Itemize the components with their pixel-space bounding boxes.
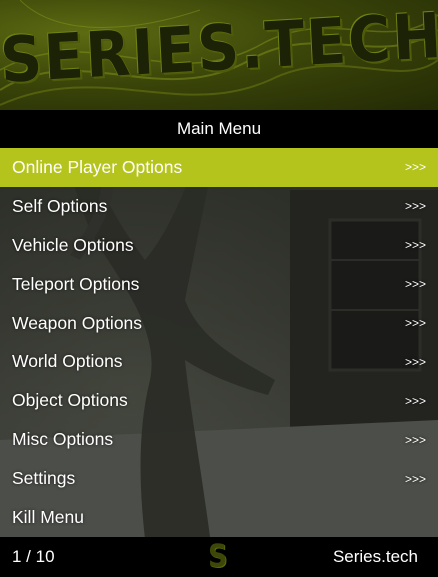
menu-item-label: Settings <box>12 468 76 489</box>
submenu-arrow-icon: >>> <box>404 277 426 292</box>
menu-item-self-options[interactable]: Self Options >>> <box>0 187 438 226</box>
menu-item-weapon-options[interactable]: Weapon Options >>> <box>0 304 438 343</box>
submenu-arrow-icon: >>> <box>404 199 426 214</box>
main-menu-list: Online Player Options >>> Self Options >… <box>0 148 438 537</box>
menu-item-settings[interactable]: Settings >>> <box>0 459 438 498</box>
header-banner: SERIES.TECH <box>0 0 438 110</box>
menu-footer: 1 / 10 S Series.tech <box>0 537 438 577</box>
footer-logo-icon: S <box>208 538 228 575</box>
submenu-arrow-icon: >>> <box>404 354 426 369</box>
menu-title: Main Menu <box>176 119 262 138</box>
menu-item-label: Self Options <box>12 195 108 216</box>
menu-item-kill-menu[interactable]: Kill Menu <box>0 498 438 537</box>
menu-item-teleport-options[interactable]: Teleport Options >>> <box>0 265 438 304</box>
menu-item-label: World Options <box>12 351 123 372</box>
item-counter: 1 / 10 <box>12 547 55 566</box>
footer-brand: Series.tech <box>332 547 418 566</box>
menu-item-label: Weapon Options <box>12 312 143 333</box>
menu-item-vehicle-options[interactable]: Vehicle Options >>> <box>0 226 438 265</box>
submenu-arrow-icon: >>> <box>404 471 426 486</box>
menu-item-label: Kill Menu <box>12 506 84 527</box>
menu-item-misc-options[interactable]: Misc Options >>> <box>0 420 438 459</box>
submenu-arrow-icon: >>> <box>404 160 426 175</box>
menu-item-world-options[interactable]: World Options >>> <box>0 342 438 381</box>
submenu-arrow-icon: >>> <box>404 432 426 447</box>
menu-item-object-options[interactable]: Object Options >>> <box>0 381 438 420</box>
menu-item-label: Online Player Options <box>12 156 183 177</box>
submenu-arrow-icon: >>> <box>404 393 426 408</box>
menu-item-label: Object Options <box>12 390 128 411</box>
submenu-arrow-icon: >>> <box>404 316 426 330</box>
menu-title-bar: Main Menu <box>0 110 438 148</box>
menu-item-label: Teleport Options <box>12 273 140 294</box>
menu-item-label: Misc Options <box>12 429 114 450</box>
submenu-arrow-icon: >>> <box>404 238 426 253</box>
menu-item-online-player-options[interactable]: Online Player Options >>> <box>0 148 438 187</box>
menu-item-label: Vehicle Options <box>12 234 134 255</box>
